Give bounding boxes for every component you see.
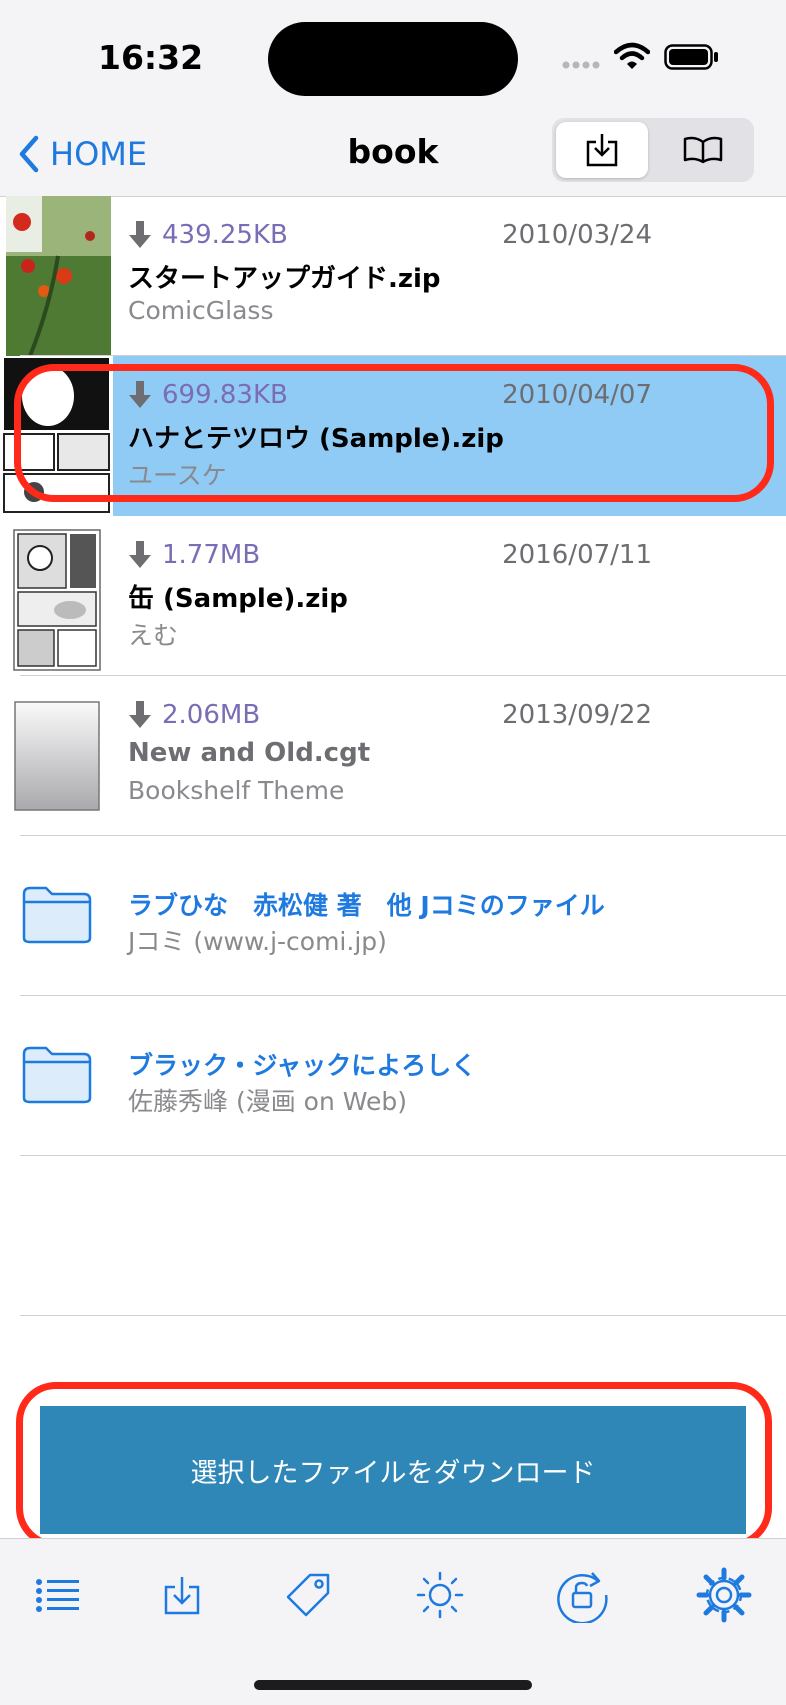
folder-subtitle: Jコミ (www.j-comi.jp) (128, 927, 387, 956)
home-indicator (254, 1680, 532, 1690)
back-button[interactable]: HOME (18, 132, 147, 176)
tab-settings[interactable] (694, 1567, 754, 1623)
folder-row[interactable]: ラブひな 赤松健 著 他 Jコミのファイル Jコミ (www.j-comi.jp… (0, 836, 786, 996)
file-name: 缶 (Sample).zip (128, 584, 348, 614)
tab-list[interactable] (28, 1567, 88, 1623)
folder-icon (22, 1046, 92, 1104)
file-date: 2010/03/24 (502, 220, 652, 250)
rotation-lock-icon (557, 1572, 608, 1623)
tab-brightness[interactable] (410, 1567, 470, 1623)
chevron-left-icon (19, 135, 39, 173)
status-bar: 16:32 (0, 0, 786, 110)
file-date: 2013/09/22 (502, 700, 652, 730)
file-row[interactable]: 1.77MB 2016/07/11 缶 (Sample).zip えむ (0, 516, 786, 676)
list-icon (36, 1579, 79, 1612)
tab-download[interactable] (152, 1567, 212, 1623)
download-arrow-icon (129, 221, 151, 248)
signal-icon (562, 61, 600, 69)
book-open-icon (683, 136, 723, 164)
file-name: スタートアップガイド.zip (128, 264, 441, 294)
gear-icon (696, 1567, 752, 1623)
file-author: えむ (128, 621, 179, 650)
bookshelf-view-segment[interactable] (656, 122, 750, 178)
download-view-segment[interactable] (556, 122, 648, 178)
file-name: New and Old.cgt (128, 738, 371, 768)
battery-icon (664, 44, 718, 70)
page-title: book (347, 132, 439, 171)
dynamic-island (268, 22, 518, 96)
file-size: 439.25KB (128, 220, 288, 250)
empty-row (0, 1156, 786, 1316)
row-separator (20, 1315, 786, 1316)
file-size: 1.77MB (128, 540, 260, 570)
download-tray-icon (586, 134, 618, 167)
file-size: 2.06MB (128, 700, 260, 730)
view-mode-segmented-control (552, 118, 754, 182)
status-time: 16:32 (98, 38, 204, 77)
folder-title: ブラック・ジャックによろしく (128, 1051, 477, 1080)
file-author: Bookshelf Theme (128, 776, 345, 805)
file-date: 2016/07/11 (502, 540, 652, 570)
wifi-icon (614, 42, 650, 69)
file-row[interactable]: 439.25KB 2010/03/24 スタートアップガイド.zip Comic… (0, 196, 786, 356)
brightness-icon (416, 1571, 464, 1619)
tag-icon (286, 1573, 330, 1617)
file-author: ComicGlass (128, 296, 274, 325)
highlight-box-download-button (16, 1382, 772, 1548)
file-row[interactable]: 2.06MB 2013/09/22 New and Old.cgt Booksh… (0, 676, 786, 836)
download-arrow-icon (129, 541, 151, 568)
tab-tag[interactable] (278, 1567, 338, 1623)
download-arrow-icon (129, 701, 151, 728)
file-thumbnail (6, 196, 111, 356)
highlight-box-selected-file (14, 364, 774, 502)
navigation-bar: HOME book (0, 110, 786, 197)
tab-rotation-lock[interactable] (552, 1567, 612, 1623)
download-tray-icon (164, 1577, 200, 1615)
file-thumbnail (14, 701, 100, 811)
back-label: HOME (50, 135, 148, 173)
folder-subtitle: 佐藤秀峰 (漫画 on Web) (128, 1087, 407, 1116)
folder-title: ラブひな 赤松健 著 他 Jコミのファイル (128, 891, 605, 920)
file-thumbnail (13, 529, 101, 671)
folder-row[interactable]: ブラック・ジャックによろしく 佐藤秀峰 (漫画 on Web) (0, 996, 786, 1156)
folder-icon (22, 886, 92, 944)
